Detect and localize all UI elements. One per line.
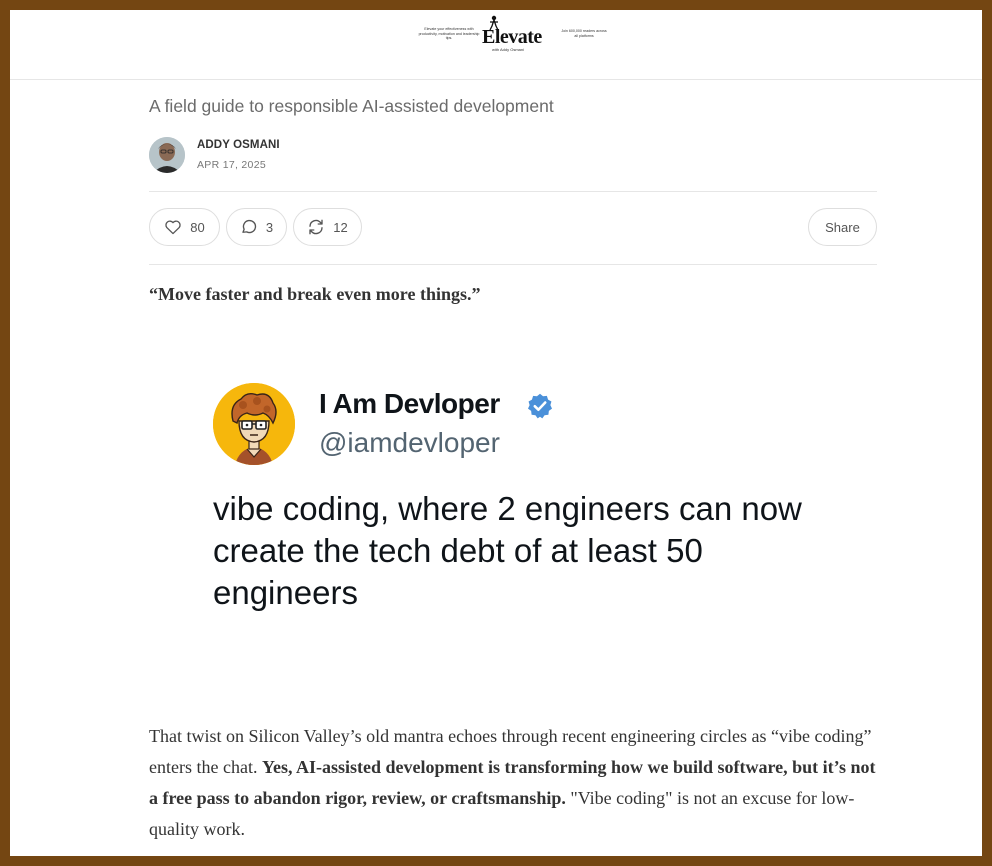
share-button[interactable]: Share xyxy=(808,208,877,246)
author-avatar[interactable] xyxy=(149,137,185,173)
divider-top xyxy=(149,191,877,192)
pull-quote: “Move faster and break even more things.… xyxy=(149,284,481,304)
restack-count: 12 xyxy=(333,219,348,235)
heart-icon xyxy=(165,220,181,235)
tweet-handle: @iamdevloper xyxy=(319,427,500,458)
publication-header: Elevate your effectiveness with producti… xyxy=(10,10,982,80)
author-name[interactable]: ADDY OSMANI xyxy=(197,139,280,151)
tweet-avatar xyxy=(213,383,295,465)
post-date: APR 17, 2025 xyxy=(197,159,266,171)
comment-count: 3 xyxy=(265,219,274,235)
restack-button[interactable]: 12 xyxy=(293,208,362,246)
author-photo-icon xyxy=(149,137,185,173)
post-subtitle: A field guide to responsible AI-assisted… xyxy=(149,96,554,116)
article-page: Elevate your effectiveness with producti… xyxy=(10,10,982,856)
restack-icon xyxy=(309,219,323,235)
publication-logo[interactable]: Elevate xyxy=(482,26,542,49)
tweet-author-name: I Am Devloper xyxy=(319,388,500,419)
divider-bottom xyxy=(149,264,877,265)
share-label: Share xyxy=(825,219,860,235)
like-count: 80 xyxy=(190,219,205,235)
comment-button[interactable]: 3 xyxy=(226,208,287,246)
verified-badge-icon xyxy=(527,393,553,419)
header-tagline-right: Join 600,000 readers across all platform… xyxy=(561,29,607,38)
publication-logo-subtitle: with Addy Osmani xyxy=(492,47,525,52)
tweet-text: vibe coding, where 2 engineers can now c… xyxy=(213,490,802,611)
article-paragraph: That twist on Silicon Valley’s old mantr… xyxy=(149,721,879,845)
comment-bubble-icon xyxy=(242,219,257,234)
cartoon-developer-avatar-icon xyxy=(213,383,295,465)
header-tagline-left: Elevate your effectiveness with producti… xyxy=(418,27,480,41)
like-button[interactable]: 80 xyxy=(149,208,220,246)
